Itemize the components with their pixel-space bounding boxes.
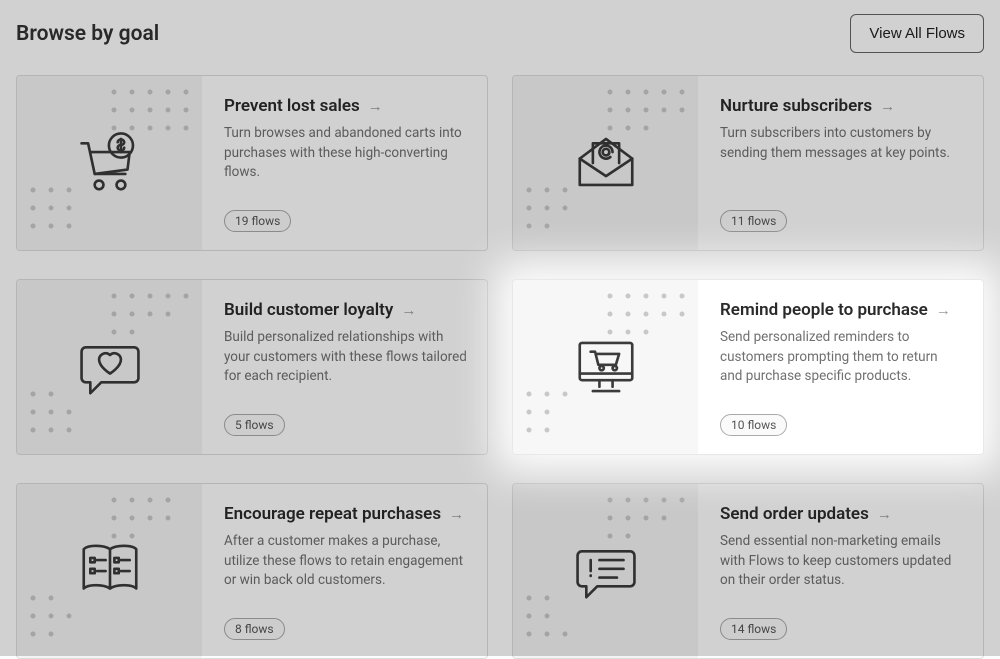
card-title: Send order updates [720,504,869,524]
dot-pattern [602,492,692,552]
card-title: Encourage repeat purchases [224,504,441,524]
goal-card-prevent-lost-sales[interactable]: Prevent lost sales → Turn browses and ab… [16,75,488,251]
card-icon-area [17,484,202,658]
goal-card-nurture-subscribers[interactable]: Nurture subscribers → Turn subscribers i… [512,75,984,251]
card-icon-area [513,484,698,658]
section-title: Browse by goal [16,22,159,46]
dot-pattern [521,182,611,242]
card-description: Turn subscribers into customers by sendi… [720,124,963,163]
arrow-right-icon: → [368,97,383,115]
flow-count-badge: 11 flows [720,210,787,232]
dot-pattern [25,182,115,242]
dot-pattern [521,386,611,446]
arrow-right-icon: → [449,505,464,523]
card-body: Encourage repeat purchases → After a cus… [202,484,487,658]
card-body: Build customer loyalty → Build personali… [202,280,487,454]
dot-pattern [106,288,196,348]
dot-pattern [106,84,196,144]
card-description: Send essential non-marketing emails with… [720,532,963,591]
card-icon-area [17,76,202,250]
card-body: Send order updates → Send essential non-… [698,484,983,658]
goal-card-send-order-updates[interactable]: Send order updates → Send essential non-… [512,483,984,659]
flow-count-badge: 19 flows [224,210,291,232]
flow-count-badge: 8 flows [224,618,285,640]
card-body: Nurture subscribers → Turn subscribers i… [698,76,983,250]
card-description: After a customer makes a purchase, utili… [224,532,467,591]
card-body: Prevent lost sales → Turn browses and ab… [202,76,487,250]
card-body: Remind people to purchase → Send persona… [698,280,983,454]
arrow-right-icon: → [401,301,416,319]
dot-pattern [25,386,115,446]
card-description: Turn browses and abandoned carts into pu… [224,124,467,183]
card-title: Build customer loyalty [224,300,393,320]
flow-count-badge: 14 flows [720,618,787,640]
dot-pattern [521,590,611,650]
goal-card-grid: Prevent lost sales → Turn browses and ab… [12,75,988,659]
dot-pattern [602,84,692,144]
dot-pattern [602,288,692,348]
card-icon-area [513,76,698,250]
arrow-right-icon: → [880,97,895,115]
card-icon-area [17,280,202,454]
view-all-flows-button[interactable]: View All Flows [850,14,984,53]
card-title: Prevent lost sales [224,96,360,116]
dot-pattern [106,492,196,552]
dot-pattern [25,590,115,650]
flow-count-badge: 5 flows [224,414,285,436]
goal-card-build-customer-loyalty[interactable]: Build customer loyalty → Build personali… [16,279,488,455]
card-description: Send personalized reminders to customers… [720,328,963,387]
card-title: Nurture subscribers [720,96,872,116]
card-title: Remind people to purchase [720,300,928,320]
arrow-right-icon: → [877,505,892,523]
card-icon-area [513,280,698,454]
card-description: Build personalized relationships with yo… [224,328,467,387]
arrow-right-icon: → [936,301,951,319]
goal-card-encourage-repeat-purchases[interactable]: Encourage repeat purchases → After a cus… [16,483,488,659]
goal-card-remind-people-to-purchase[interactable]: Remind people to purchase → Send persona… [512,279,984,455]
flow-count-badge: 10 flows [720,414,787,436]
